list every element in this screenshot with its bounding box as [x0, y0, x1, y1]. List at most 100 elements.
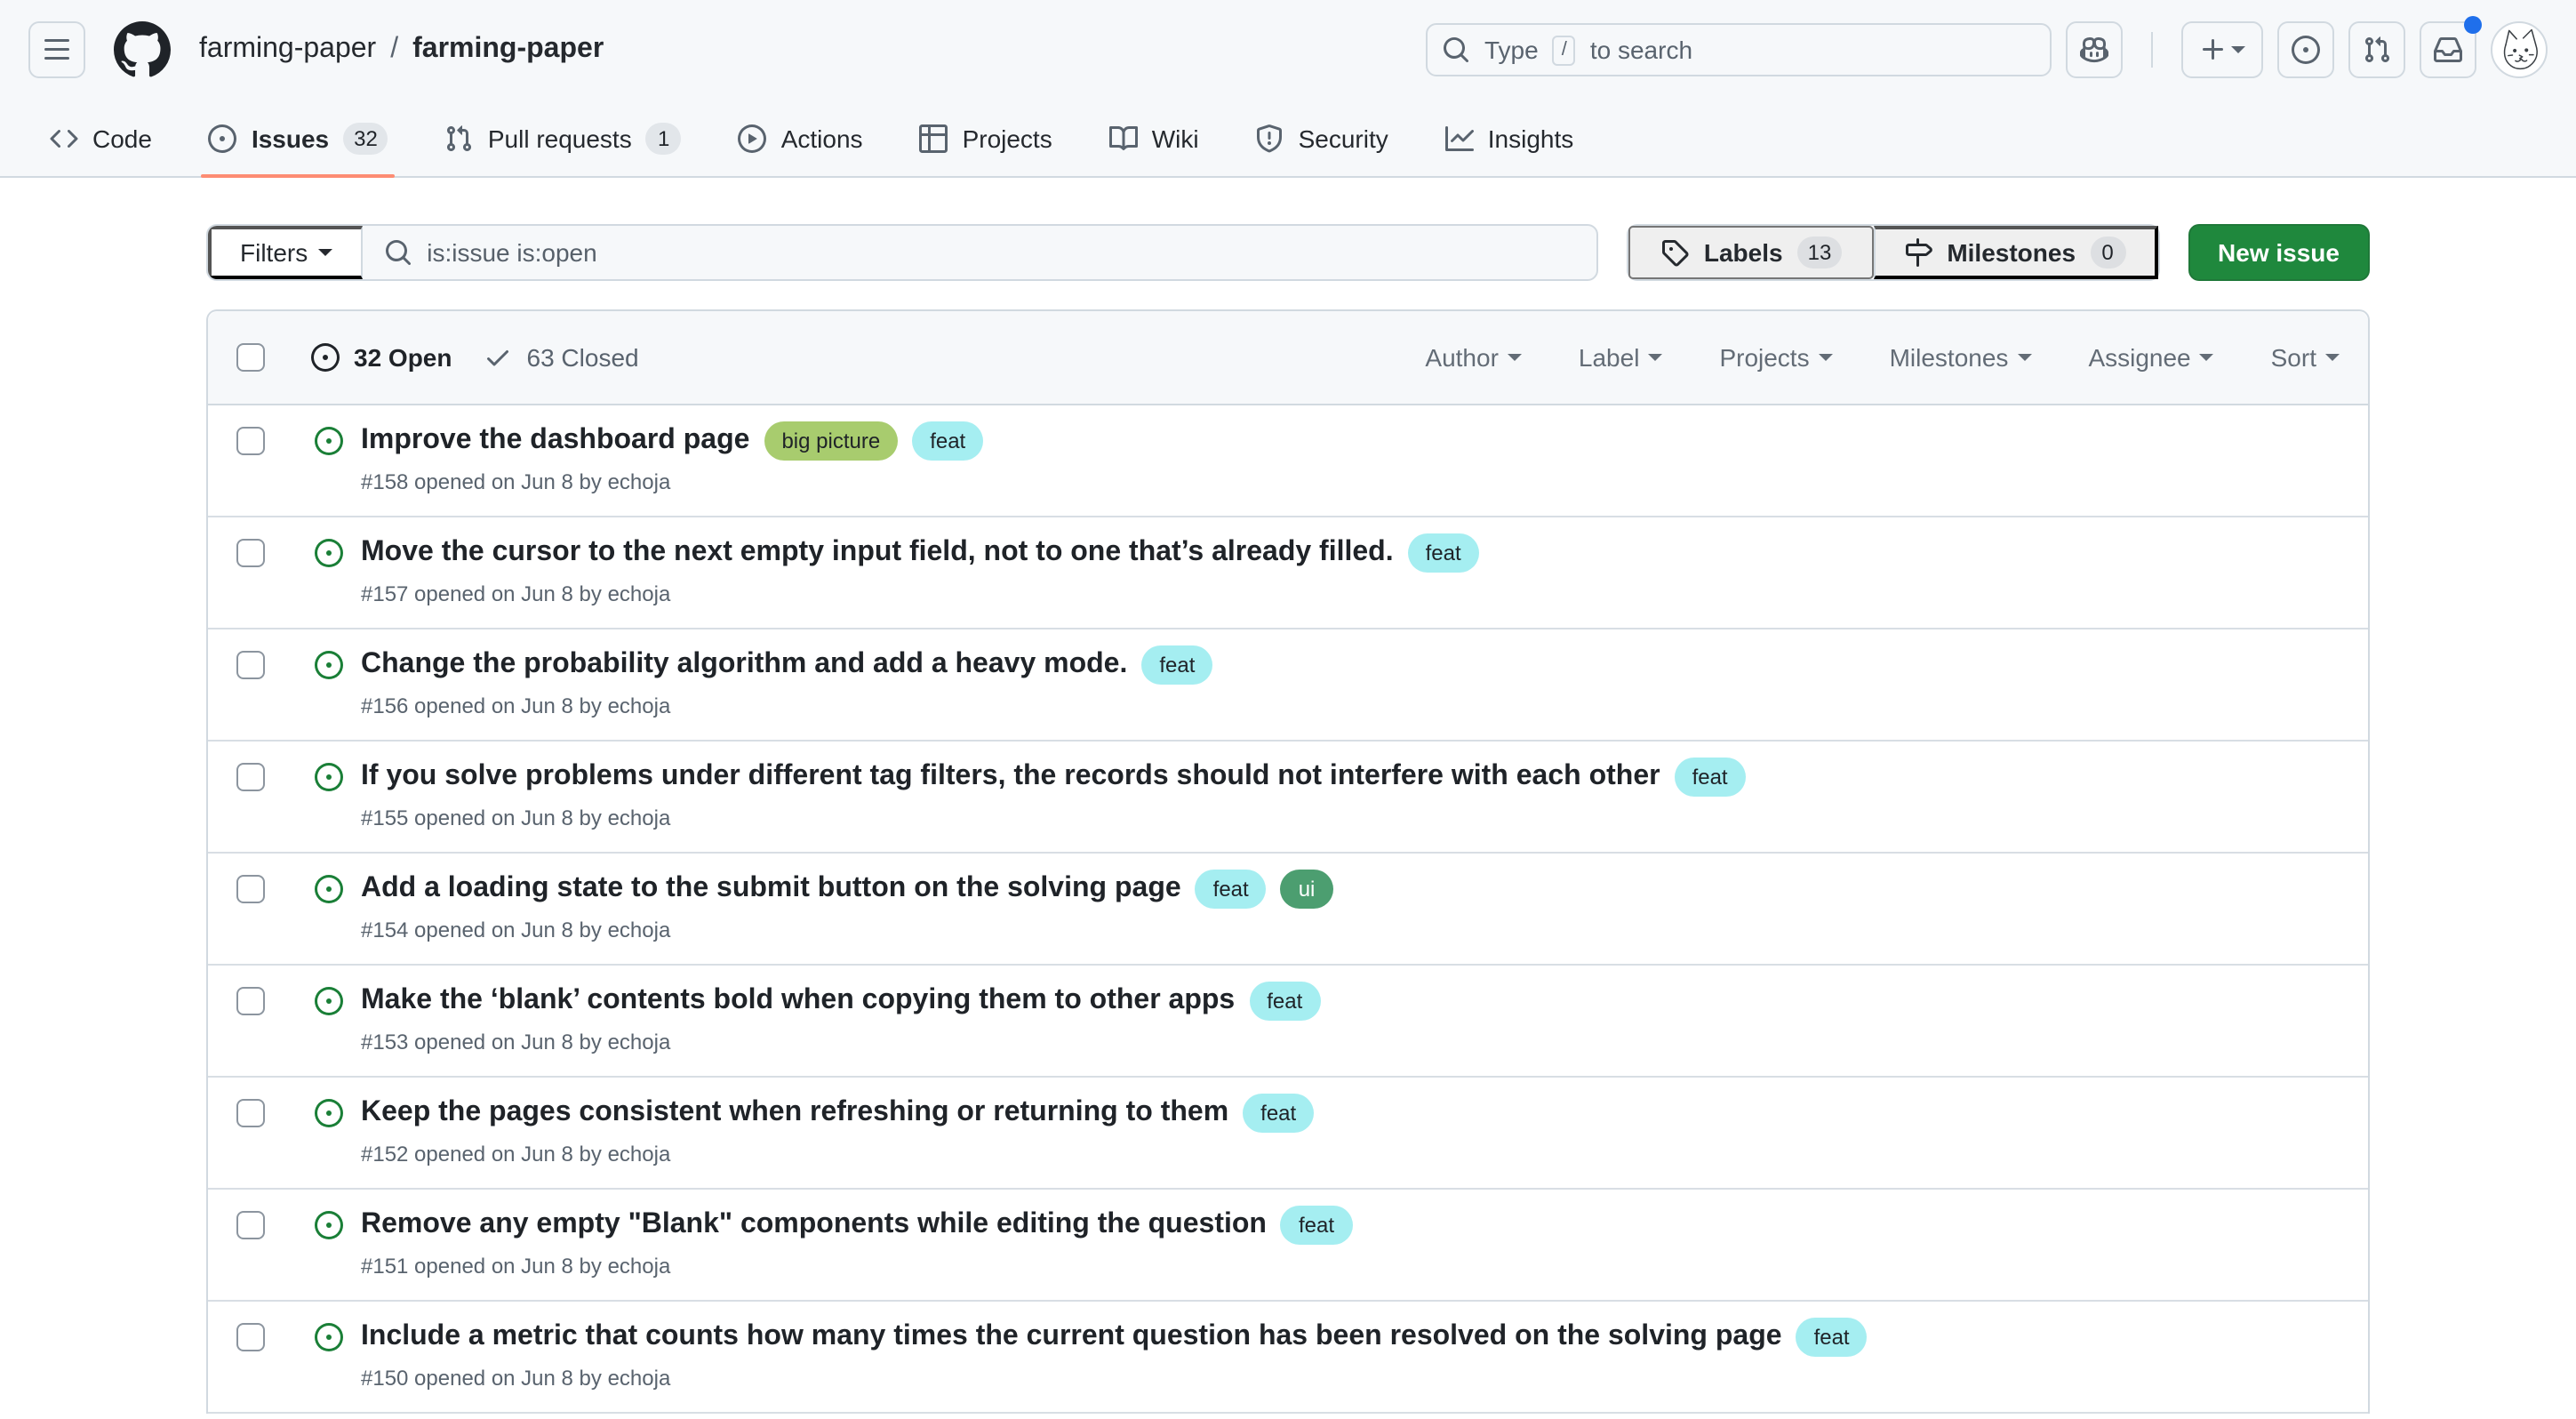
issue-checkbox[interactable] [236, 539, 265, 567]
labels-button[interactable]: Labels 13 [1629, 226, 1874, 279]
assignee-filter-dropdown[interactable]: Assignee [2088, 343, 2213, 372]
tab-label: Code [92, 124, 152, 152]
issue-opened-icon [311, 343, 340, 372]
issues-search-input[interactable] [427, 238, 1576, 267]
select-all-checkbox[interactable] [236, 343, 265, 372]
issue-title[interactable]: Keep the pages consistent when refreshin… [361, 1092, 1228, 1134]
tag-icon [1661, 238, 1690, 267]
issue-checkbox[interactable] [236, 987, 265, 1015]
issue-checkbox[interactable] [236, 1211, 265, 1239]
tab-actions[interactable]: Actions [717, 100, 884, 176]
issue-checkbox[interactable] [236, 651, 265, 679]
issue-row: Add a loading state to the submit button… [208, 854, 2368, 966]
tab-projects[interactable]: Projects [899, 100, 1074, 176]
issue-title[interactable]: Improve the dashboard page [361, 420, 749, 462]
milestone-icon [1904, 238, 1932, 267]
github-mark-icon [114, 21, 171, 78]
new-issue-button[interactable]: New issue [2188, 224, 2370, 281]
issue-title[interactable]: Include a metric that counts how many ti… [361, 1316, 1782, 1359]
notifications-inbox-button[interactable] [2420, 21, 2476, 78]
issue-checkbox[interactable] [236, 1099, 265, 1127]
chevron-down-icon [318, 249, 332, 256]
search-icon [384, 238, 412, 267]
issue-row: Make the ‘blank’ contents bold when copy… [208, 966, 2368, 1078]
issue-meta: #154 opened on Jun 8 by echoja [361, 914, 1332, 946]
issue-title[interactable]: Move the cursor to the next empty input … [361, 532, 1394, 574]
issue-label-feat[interactable]: feat [1243, 1094, 1314, 1133]
issue-row: Keep the pages consistent when refreshin… [208, 1078, 2368, 1190]
issue-title[interactable]: Remove any empty "Blank" components whil… [361, 1204, 1267, 1247]
issue-label-feat[interactable]: feat [1141, 645, 1212, 685]
issue-label-feat[interactable]: feat [1196, 870, 1267, 909]
issue-checkbox[interactable] [236, 427, 265, 455]
code-icon [50, 124, 78, 152]
issue-checkbox[interactable] [236, 1323, 265, 1351]
open-closed-toggle: 32 Open 63 Closed [311, 343, 639, 372]
tab-insights[interactable]: Insights [1424, 100, 1596, 176]
breadcrumb-repo[interactable]: farming-paper [412, 34, 604, 66]
your-issues-button[interactable] [2277, 21, 2334, 78]
issues-search-field [363, 226, 1597, 279]
breadcrumb-separator: / [390, 34, 398, 66]
tab-code[interactable]: Code [28, 100, 173, 176]
tab-label: Actions [781, 124, 863, 152]
your-pull-requests-button[interactable] [2348, 21, 2405, 78]
filter-label: Label [1579, 343, 1640, 372]
avatar-cat-sketch [2492, 23, 2546, 76]
tab-wiki[interactable]: Wiki [1088, 100, 1220, 176]
breadcrumb: farming-paper / farming-paper [199, 34, 604, 66]
tab-issues[interactable]: Issues 32 [188, 100, 410, 176]
github-issues-page: farming-paper / farming-paper Type / to … [0, 0, 2576, 1419]
issue-title[interactable]: If you solve problems under different ta… [361, 756, 1660, 798]
breadcrumb-owner[interactable]: farming-paper [199, 34, 376, 66]
tab-security[interactable]: Security [1235, 100, 1410, 176]
issue-title[interactable]: Change the probability algorithm and add… [361, 644, 1127, 686]
github-logo[interactable] [114, 21, 171, 78]
issue-title[interactable]: Make the ‘blank’ contents bold when copy… [361, 980, 1235, 1022]
sort-dropdown[interactable]: Sort [2271, 343, 2340, 372]
issue-label-feat[interactable]: feat [1408, 533, 1479, 573]
milestones-filter-dropdown[interactable]: Milestones [1890, 343, 2032, 372]
issue-checkbox[interactable] [236, 763, 265, 791]
filter-label: Milestones [1890, 343, 2009, 372]
tab-label: Issues [252, 124, 329, 152]
issue-checkbox[interactable] [236, 875, 265, 903]
filters-dropdown-button[interactable]: Filters [208, 226, 363, 279]
issue-title[interactable]: Add a loading state to the submit button… [361, 868, 1181, 910]
git-pull-request-icon [2363, 36, 2391, 64]
issue-label-feat[interactable]: feat [912, 421, 983, 461]
issue-row: Move the cursor to the next empty input … [208, 517, 2368, 629]
create-new-button[interactable] [2181, 21, 2263, 78]
issue-label-big-picture[interactable]: big picture [764, 421, 898, 461]
chevron-down-icon [1508, 354, 1522, 361]
closed-issues-filter[interactable]: 63 Closed [484, 343, 639, 372]
git-pull-request-icon [445, 124, 474, 152]
labels-milestones-group: Labels 13 Milestones 0 [1628, 224, 2159, 281]
copilot-button[interactable] [2066, 21, 2123, 78]
global-search[interactable]: Type / to search [1426, 23, 2052, 76]
issue-label-feat[interactable]: feat [1281, 1206, 1352, 1245]
issue-open-icon [315, 539, 343, 567]
open-issues-filter[interactable]: 32 Open [311, 343, 452, 372]
issue-label-feat[interactable]: feat [1675, 758, 1746, 797]
issue-label-feat[interactable]: feat [1796, 1318, 1868, 1357]
issue-row: Improve the dashboard page big picture f… [208, 405, 2368, 517]
issue-row: Remove any empty "Blank" components whil… [208, 1190, 2368, 1302]
tab-pull-requests[interactable]: Pull requests 1 [424, 100, 703, 176]
book-icon [1109, 124, 1138, 152]
milestones-button[interactable]: Milestones 0 [1874, 226, 2157, 279]
hamburger-menu-button[interactable] [28, 21, 85, 78]
filter-label: Projects [1719, 343, 1809, 372]
issue-row: Include a metric that counts how many ti… [208, 1302, 2368, 1414]
filter-search-group: Filters [206, 224, 1599, 281]
copilot-icon [2080, 36, 2108, 64]
label-filter-dropdown[interactable]: Label [1579, 343, 1663, 372]
issue-label-ui[interactable]: ui [1281, 870, 1333, 909]
issue-opened-icon [209, 124, 237, 152]
user-avatar[interactable] [2491, 21, 2548, 78]
play-icon [739, 124, 767, 152]
issue-label-feat[interactable]: feat [1249, 982, 1320, 1021]
projects-filter-dropdown[interactable]: Projects [1719, 343, 1832, 372]
table-icon [920, 124, 948, 152]
author-filter-dropdown[interactable]: Author [1425, 343, 1522, 372]
